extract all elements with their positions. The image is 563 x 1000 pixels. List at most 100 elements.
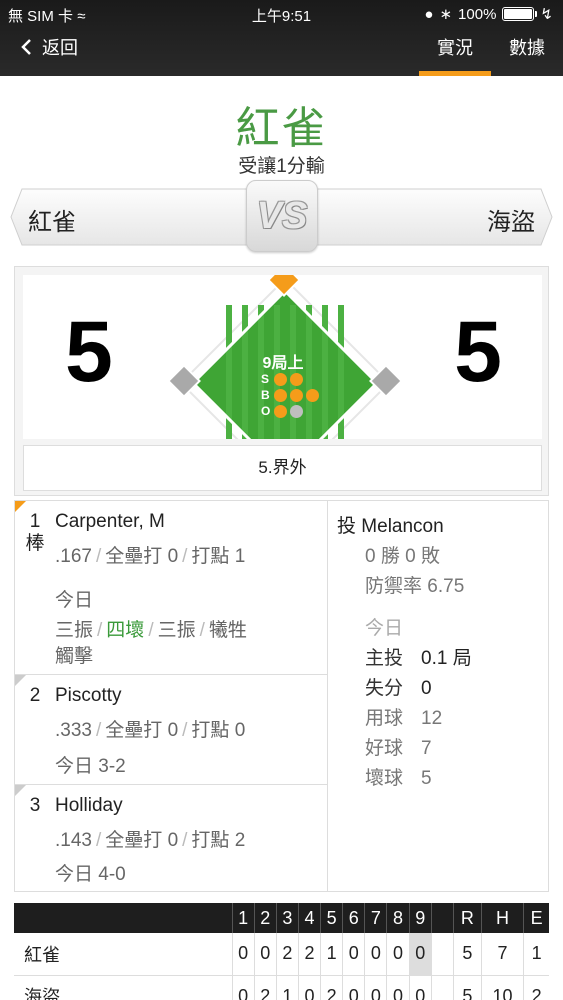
batter-card-current[interactable]: 1棒 Carpenter, M .167/全壘打 0/打點 1 今日 三振 / 四壞… — [15, 501, 327, 675]
inning-cell: 0 — [231, 975, 255, 1000]
back-label: 返回 — [42, 38, 78, 58]
pitcher-name-row: 投 Melancon — [337, 511, 444, 538]
runs-cell: 5 — [452, 933, 482, 976]
batter-card[interactable]: 3 Holliday .143/全壘打 0/打點 2 今日 4-0 — [15, 785, 327, 891]
inning-cell: 0 — [231, 933, 255, 976]
header-inning: 4 — [297, 903, 321, 933]
out-dot — [274, 404, 287, 418]
divider: / — [95, 830, 102, 851]
status-right: ● ∗ 100% ↯ — [424, 5, 553, 24]
stat-label: 主投 — [365, 648, 404, 669]
home-team-name: 海盜 — [487, 209, 535, 236]
pitcher-record: 0 勝 0 敗 — [365, 546, 440, 567]
batter-season-stats: .333/全壘打 0/打點 0 — [55, 715, 245, 742]
away-team-name: 紅雀 — [28, 209, 76, 236]
back-button[interactable]: 返回 — [20, 34, 78, 60]
pitcher-stat-row: 好球 7 — [365, 733, 432, 760]
stat-label: 用球 — [365, 708, 404, 729]
rbi-value: 2 — [234, 830, 246, 851]
batter-name: Piscotty — [55, 685, 122, 706]
divider: / — [182, 720, 188, 741]
gap-cell — [430, 933, 454, 976]
line-score-table: 1 2 3 4 5 6 7 8 9 R H E 紅雀 0 0 2 2 1 0 0… — [14, 903, 549, 1000]
batter-today: 今日 3-2 — [55, 756, 126, 777]
tab-stats-label: 數據 — [509, 38, 545, 58]
winner-team-title: 紅雀 — [235, 104, 328, 153]
divider: / — [95, 546, 102, 567]
score-area: 5 5 9局上 S B O — [23, 275, 542, 439]
hits-cell: 10 — [480, 975, 524, 1000]
line-score-row: 紅雀 0 0 2 2 1 0 0 0 0 5 7 1 — [14, 933, 549, 976]
batter-card[interactable]: 2 Piscotty .333/全壘打 0/打點 0 今日 3-2 — [15, 675, 327, 785]
chevron-left-icon — [21, 39, 31, 55]
inning-cell: 0 — [364, 933, 387, 976]
inning-cell: 1 — [320, 933, 343, 976]
hr-value: 0 — [167, 546, 179, 567]
inning-cell: 0 — [386, 933, 410, 976]
divider: / — [95, 720, 102, 741]
batter-season-stats: .143/全壘打 0/打點 2 — [55, 825, 245, 852]
hr-label: 全壘打 — [105, 830, 163, 851]
scoreboard: 5 5 9局上 S B O 5.界外 — [14, 266, 549, 496]
result-2: 四壞 — [106, 620, 145, 641]
gap-cell — [430, 975, 454, 1000]
strike-count: S — [261, 371, 319, 387]
stat-label: 好球 — [365, 738, 404, 759]
inning-cell: 0 — [253, 933, 277, 976]
orientation-lock-icon: ● — [424, 5, 434, 23]
pitcher-today-label: 今日 — [365, 618, 404, 639]
hr-value: 0 — [167, 830, 179, 851]
batter-today: 今日 4-0 — [55, 864, 126, 885]
header-inning: 5 — [320, 903, 343, 933]
inning-cell: 0 — [342, 975, 365, 1000]
ball-count: B — [261, 387, 319, 403]
inning-cell: 2 — [253, 975, 277, 1000]
divider: / — [182, 830, 188, 851]
team-cell: 海盜 — [14, 975, 232, 1000]
vs-badge: VS — [246, 180, 318, 252]
matchup-bar: 紅雀 海盜 VS — [10, 180, 553, 252]
batting-order: 1棒 — [25, 511, 45, 555]
line-score-row: 海盜 0 2 1 0 2 0 0 0 0 5 10 2 — [14, 975, 549, 1000]
ball-dot — [274, 388, 287, 402]
out-dot — [290, 404, 303, 418]
status-bar: 無 SIM 卡 ≈ 上午9:51 ● ∗ 100% ↯ — [0, 0, 563, 28]
batter-list: 1棒 Carpenter, M .167/全壘打 0/打點 1 今日 三振 / 四壞… — [15, 501, 328, 891]
inning-cell: 2 — [297, 933, 321, 976]
battery-icon — [502, 7, 538, 21]
today-label: 今日 — [55, 590, 94, 611]
out-count: O — [261, 403, 319, 419]
batter-name: Carpenter, M — [55, 511, 165, 532]
hr-value: 0 — [167, 720, 179, 741]
pitcher-name: Melancon — [361, 516, 444, 537]
tab-live[interactable]: 實況 — [419, 34, 491, 76]
rbi-label: 打點 — [191, 546, 230, 567]
pitcher-stat-row: 失分 0 — [365, 673, 432, 700]
batter-name: Holliday — [55, 795, 123, 816]
inning-cell: 0 — [342, 933, 365, 976]
away-score: 5 — [65, 304, 113, 400]
last-play: 5.界外 — [23, 445, 542, 491]
runs-cell: 5 — [452, 975, 482, 1000]
today-results-wrap: 觸擊 — [55, 646, 94, 667]
matchup-panel: 1棒 Carpenter, M .167/全壘打 0/打點 1 今日 三振 / 四壞… — [14, 500, 549, 892]
handicap-result: 受讓1分輸 — [238, 156, 325, 177]
tab-stats[interactable]: 數據 — [491, 34, 563, 76]
hits-cell: 7 — [480, 933, 524, 976]
batting-average: .167 — [55, 546, 92, 567]
inning-cell: 2 — [275, 933, 299, 976]
stat-value: 0.1 局 — [421, 648, 472, 669]
strike-dot — [274, 372, 287, 386]
tab-live-label: 實況 — [437, 38, 473, 58]
ball-dot — [290, 388, 303, 402]
count-display: S B O — [261, 371, 319, 419]
header-inning: 9 — [408, 903, 432, 933]
header-inning: 8 — [386, 903, 410, 933]
stat-value: 7 — [421, 738, 432, 759]
rbi-label: 打點 — [191, 830, 230, 851]
header-errors: E — [523, 903, 549, 933]
stat-value: 12 — [421, 708, 443, 729]
stat-label: 失分 — [365, 678, 404, 699]
order-number: 1 — [29, 511, 41, 532]
inning-label: 9局上 — [262, 355, 304, 372]
